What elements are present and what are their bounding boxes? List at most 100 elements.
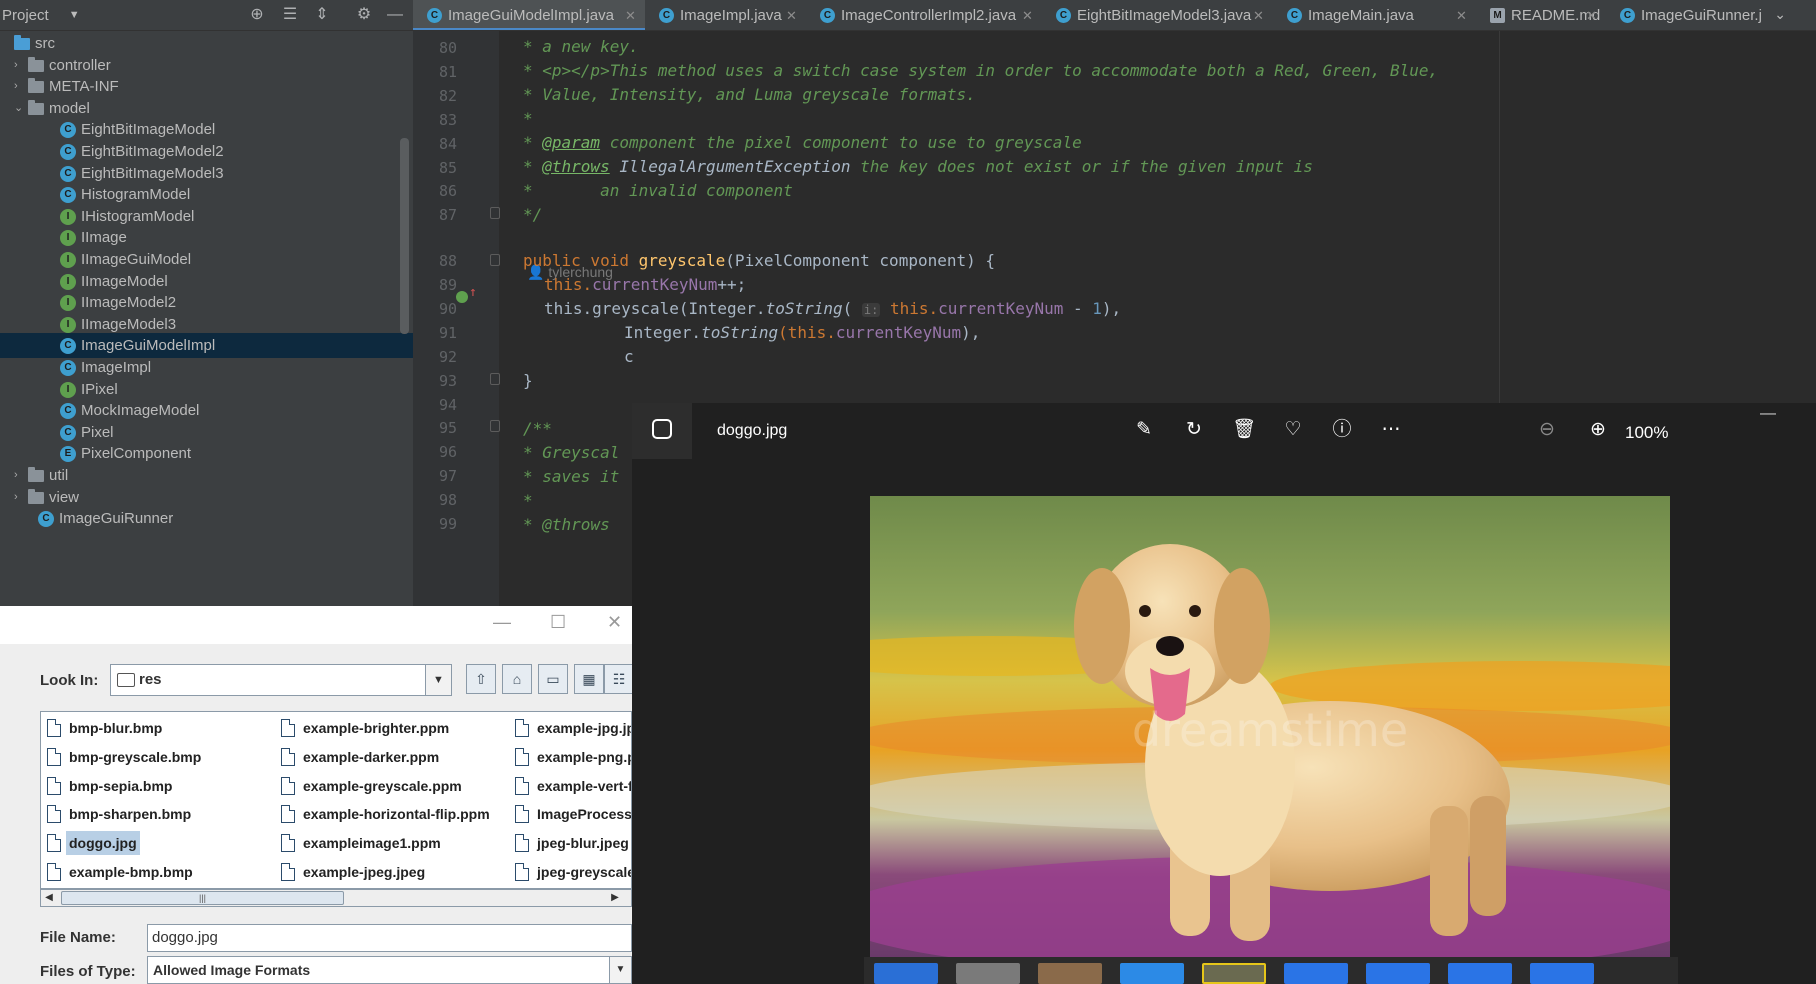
chevron-down-icon[interactable]: ▼	[609, 957, 631, 983]
file-list-scrollbar[interactable]: ◀ ||| ▶	[40, 889, 632, 907]
file-name: example-bmp.bmp	[69, 864, 193, 880]
zoom-in-icon[interactable]: ⊕	[1586, 418, 1610, 442]
editor-tab[interactable]: C EightBitImageModel3.java ✕	[1042, 0, 1273, 30]
code-line: * an invalid component	[523, 181, 793, 200]
edit-icon[interactable]: ✎	[1132, 418, 1156, 442]
maximize-icon[interactable]: ☐	[550, 612, 566, 633]
override-icon[interactable]	[456, 291, 468, 303]
filmstrip-thumbnail[interactable]	[874, 963, 938, 984]
file-icon	[515, 863, 529, 881]
filmstrip-thumbnail[interactable]	[1448, 963, 1512, 984]
info-icon[interactable]: ⓘ	[1330, 418, 1354, 442]
photo-viewer-window: doggo.jpg ✎ ↻ 🗑 ♡ ⓘ ⋯ ⊖ ⊕ 100% — dreamst…	[632, 403, 1816, 984]
rotate-icon[interactable]: ↻	[1182, 418, 1206, 442]
collapse-all-icon[interactable]: ⇕	[313, 6, 331, 24]
favorite-icon[interactable]: ♡	[1281, 418, 1305, 442]
locate-icon[interactable]: ⊕	[248, 6, 266, 24]
chevron-down-icon[interactable]: ⌄	[1774, 6, 1786, 23]
fold-marker[interactable]	[490, 420, 500, 432]
file-name: example-png.png	[537, 748, 631, 765]
filmstrip-thumbnail[interactable]	[1530, 963, 1594, 984]
class-icon: C	[60, 360, 76, 376]
editor-tab[interactable]: C ImageGuiModelImpl.java ✕	[413, 0, 645, 30]
project-view-selector[interactable]: Project	[2, 7, 49, 24]
file-list[interactable]: bmp-blur.bmp bmp-greyscale.bmp bmp-sepia.b…	[40, 711, 632, 889]
look-in-combo[interactable]: res ▼	[110, 664, 452, 696]
close-icon[interactable]: ✕	[625, 0, 636, 30]
fold-marker[interactable]	[490, 254, 500, 266]
photos-app-button[interactable]	[632, 403, 692, 459]
file-icon	[281, 747, 295, 766]
file-name-field[interactable]: doggo.jpg	[147, 924, 632, 952]
folder-icon	[28, 78, 44, 94]
filmstrip-thumbnail[interactable]	[1366, 963, 1430, 984]
tree-item[interactable]: C ImageGuiRunner	[0, 506, 413, 531]
editor-tab[interactable]: M README.md ✕	[1476, 0, 1606, 30]
home-button[interactable]: ⌂	[502, 664, 532, 694]
details-view-button[interactable]: ☷	[604, 664, 632, 694]
chevron-down-icon[interactable]: ▼	[425, 665, 451, 695]
zoom-level[interactable]: 100%	[1625, 423, 1668, 443]
scroll-right-icon[interactable]: ▶	[607, 890, 623, 906]
file-icon	[281, 719, 295, 737]
filmstrip-thumbnail[interactable]	[1120, 963, 1184, 984]
list-view-button[interactable]: ▦	[574, 664, 604, 694]
code-line: this.greyscale(Integer.toString( i: this…	[544, 299, 1122, 318]
gear-icon[interactable]: ⚙	[355, 6, 373, 24]
code-line: * Value, Intensity, and Luma greyscale f…	[523, 85, 976, 104]
file-icon	[47, 834, 61, 853]
code-line: * <p></p>This method uses a switch case …	[523, 61, 1439, 80]
more-icon[interactable]: ⋯	[1379, 418, 1403, 442]
filmstrip-thumbnail[interactable]	[1202, 963, 1266, 984]
editor-tab[interactable]: C ImageControllerImpl2.java ✕	[806, 0, 1042, 30]
new-folder-button[interactable]: ▭	[538, 664, 568, 694]
expand-all-icon[interactable]: ☰	[281, 6, 299, 24]
code-line: }	[523, 371, 533, 390]
hide-panel-icon[interactable]: —	[386, 6, 404, 24]
tree-scrollbar[interactable]	[400, 138, 409, 334]
filmstrip-thumbnail[interactable]	[1284, 963, 1348, 984]
fold-marker[interactable]	[490, 373, 500, 385]
up-folder-button[interactable]: ⇧	[466, 664, 496, 694]
editor-tab[interactable]: C ImageMain.java ✕	[1273, 0, 1476, 30]
scroll-thumb[interactable]: |||	[61, 891, 344, 905]
file-name: example-vert-flip	[537, 777, 632, 794]
interface-icon: I	[60, 316, 76, 333]
filmstrip-thumbnail[interactable]	[1038, 963, 1102, 984]
file-icon	[281, 776, 295, 795]
close-icon[interactable]: ✕	[1586, 0, 1597, 30]
editor-tab-bar: C ImageGuiModelImpl.java ✕ C ImageImpl.java ✕…	[413, 0, 1816, 31]
java-class-icon: C	[659, 8, 674, 23]
line-number: 83	[438, 110, 457, 129]
delete-icon[interactable]: 🗑	[1232, 418, 1256, 442]
file-icon	[281, 805, 295, 824]
close-icon[interactable]: ✕	[786, 0, 797, 30]
minimize-icon[interactable]: —	[493, 612, 511, 633]
chevron-down-icon[interactable]: ▼	[69, 9, 80, 21]
dialog-titlebar[interactable]: — ☐ ✕	[0, 606, 632, 644]
line-number: 82	[438, 86, 457, 105]
close-icon[interactable]: ✕	[1456, 0, 1467, 30]
file-name: bmp-sepia.bmp	[69, 777, 173, 794]
line-number: 93	[438, 371, 457, 390]
file-name-label: File Name:	[40, 929, 116, 946]
minimize-icon[interactable]: —	[1760, 405, 1776, 423]
line-number: 95	[438, 419, 457, 438]
close-icon[interactable]: ✕	[1253, 0, 1264, 30]
close-icon[interactable]: ✕	[1022, 0, 1033, 30]
watermark: dreamstime	[1132, 703, 1408, 757]
code-line: * @throws IllegalArgumentException the k…	[523, 157, 1313, 176]
file-icon	[281, 834, 295, 853]
scroll-left-icon[interactable]: ◀	[41, 890, 57, 906]
editor-tab[interactable]: C ImageImpl.java ✕	[645, 0, 806, 30]
close-icon[interactable]: ✕	[607, 612, 622, 633]
interface-icon: I	[60, 208, 76, 225]
project-panel: Project ▼ ⊕ ☰ ⇕ ⚙ — src › controller › META-…	[0, 0, 413, 606]
interface-icon: I	[60, 273, 76, 290]
code-line: /**	[523, 419, 552, 438]
editor-tab[interactable]: C ImageGuiRunner.j	[1606, 0, 1786, 30]
files-of-type-combo[interactable]: Allowed Image Formats ▼	[147, 956, 632, 984]
filmstrip-thumbnail[interactable]	[956, 963, 1020, 984]
fold-marker[interactable]	[490, 207, 500, 219]
zoom-out-icon[interactable]: ⊖	[1535, 418, 1559, 442]
